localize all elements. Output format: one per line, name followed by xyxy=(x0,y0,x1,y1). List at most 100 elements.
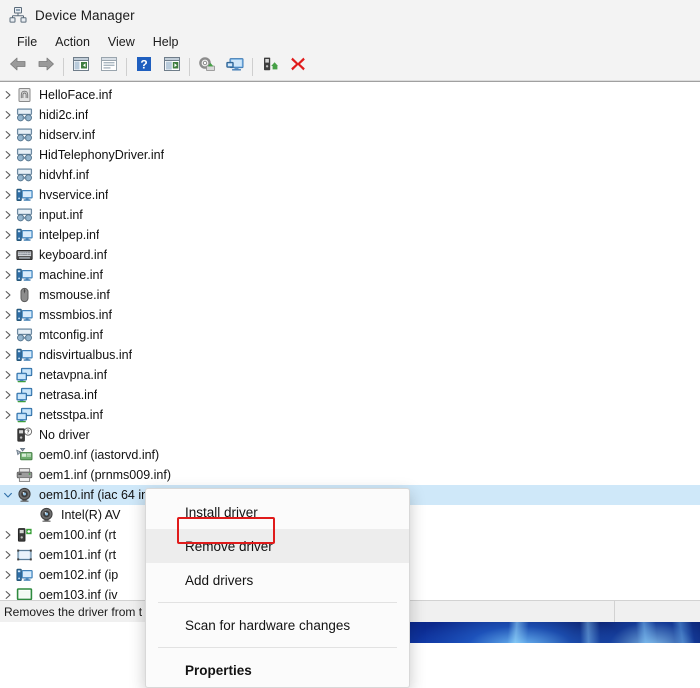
toolbar-action-pane[interactable] xyxy=(158,55,186,79)
tree-row[interactable]: netrasa.inf xyxy=(0,385,700,405)
chevron-right-icon[interactable] xyxy=(0,350,16,360)
chevron-right-icon[interactable] xyxy=(0,550,16,560)
tree-row-label: Intel(R) AV xyxy=(61,508,121,522)
toolbar-console-tree[interactable] xyxy=(67,55,95,79)
tree-row[interactable]: hidserv.inf xyxy=(0,125,700,145)
tree-row[interactable]: keyboard.inf xyxy=(0,245,700,265)
tree-row-label: oem103.inf (iv xyxy=(39,588,118,600)
tree-row[interactable]: HidTelephonyDriver.inf xyxy=(0,145,700,165)
title-bar: Device Manager xyxy=(0,0,700,30)
ctx-add-drivers[interactable]: Add drivers xyxy=(146,563,409,597)
display-adapter-icon xyxy=(16,587,33,600)
toolbar-back[interactable] xyxy=(4,55,32,79)
context-menu[interactable]: Install driverRemove driverAdd drivers Sc… xyxy=(145,488,410,688)
menu-file[interactable]: File xyxy=(8,33,46,51)
chevron-right-icon[interactable] xyxy=(0,270,16,280)
chevron-right-icon[interactable] xyxy=(0,530,16,540)
tree-row[interactable]: hidi2c.inf xyxy=(0,105,700,125)
context-menu-divider xyxy=(158,647,397,648)
network-adapter-icon xyxy=(16,367,33,383)
status-divider xyxy=(614,601,615,622)
properties-icon xyxy=(100,56,118,77)
chevron-right-icon[interactable] xyxy=(0,190,16,200)
tree-row[interactable]: oem1.inf (prnms009.inf) xyxy=(0,465,700,485)
update-driver-icon xyxy=(198,56,216,77)
toolbar-update-driver[interactable] xyxy=(193,55,221,79)
tree-row-label: netrasa.inf xyxy=(39,388,97,402)
menu-action[interactable]: Action xyxy=(46,33,99,51)
toolbar-uninstall-device[interactable] xyxy=(284,55,312,79)
toolbar-scan-hardware[interactable] xyxy=(221,55,249,79)
ctx-install-driver[interactable]: Install driver xyxy=(146,495,409,529)
chevron-right-icon[interactable] xyxy=(0,230,16,240)
system-device-icon xyxy=(16,347,33,363)
chevron-right-icon[interactable] xyxy=(0,130,16,140)
ctx-remove-driver[interactable]: Remove driver xyxy=(146,529,409,563)
toolbar-properties[interactable] xyxy=(95,55,123,79)
chevron-right-icon[interactable] xyxy=(0,210,16,220)
chevron-right-icon[interactable] xyxy=(0,570,16,580)
hid-icon xyxy=(16,127,33,143)
tree-row[interactable]: msmouse.inf xyxy=(0,285,700,305)
tree-row[interactable]: input.inf xyxy=(0,205,700,225)
svg-text:?: ? xyxy=(26,430,29,436)
sensor-icon xyxy=(16,527,33,543)
storage-controller-icon xyxy=(16,447,33,463)
camera-icon xyxy=(38,507,55,523)
ctx-scan-hardware[interactable]: Scan for hardware changes xyxy=(146,608,409,642)
toolbar-forward[interactable] xyxy=(32,55,60,79)
tree-row[interactable]: HelloFace.inf xyxy=(0,85,700,105)
system-device-icon xyxy=(16,187,33,203)
hid-icon xyxy=(16,167,33,183)
chevron-right-icon[interactable] xyxy=(0,110,16,120)
tree-row-label: machine.inf xyxy=(39,268,103,282)
system-device-icon xyxy=(16,307,33,323)
system-device-icon xyxy=(16,267,33,283)
menu-help[interactable]: Help xyxy=(144,33,188,51)
tree-row[interactable]: netsstpa.inf xyxy=(0,405,700,425)
chevron-right-icon[interactable] xyxy=(0,290,16,300)
tree-row-label: ndisvirtualbus.inf xyxy=(39,348,132,362)
chevron-right-icon[interactable] xyxy=(0,390,16,400)
toolbar-separator xyxy=(189,58,190,76)
chevron-right-icon[interactable] xyxy=(0,370,16,380)
chevron-right-icon[interactable] xyxy=(0,590,16,600)
tree-row-label: HelloFace.inf xyxy=(39,88,112,102)
tree-row-label: input.inf xyxy=(39,208,83,222)
tree-row[interactable]: netavpna.inf xyxy=(0,365,700,385)
chevron-right-icon[interactable] xyxy=(0,310,16,320)
system-device-icon xyxy=(16,227,33,243)
chevron-right-icon[interactable] xyxy=(0,90,16,100)
chevron-right-icon[interactable] xyxy=(0,330,16,340)
tree-row[interactable]: oem0.inf (iastorvd.inf) xyxy=(0,445,700,465)
show-hide-action-pane-icon xyxy=(163,56,181,77)
context-menu-divider xyxy=(158,602,397,603)
tree-row[interactable]: ndisvirtualbus.inf xyxy=(0,345,700,365)
menu-bar: File Action View Help xyxy=(0,30,700,53)
chevron-right-icon[interactable] xyxy=(0,250,16,260)
tree-row[interactable]: ?No driver xyxy=(0,425,700,445)
tree-row[interactable]: machine.inf xyxy=(0,265,700,285)
svg-text:?: ? xyxy=(140,57,147,71)
ctx-properties[interactable]: Properties xyxy=(146,653,409,687)
tree-row-label: oem0.inf (iastorvd.inf) xyxy=(39,448,159,462)
tree-row-label: hidvhf.inf xyxy=(39,168,89,182)
tree-row[interactable]: mtconfig.inf xyxy=(0,325,700,345)
toolbar-help[interactable]: ? xyxy=(130,55,158,79)
chevron-down-icon[interactable] xyxy=(0,491,16,499)
toolbar-add-driver[interactable] xyxy=(256,55,284,79)
hid-icon xyxy=(16,147,33,163)
tree-row-label: netavpna.inf xyxy=(39,368,107,382)
tree-row[interactable]: intelpep.inf xyxy=(0,225,700,245)
keyboard-icon xyxy=(16,247,33,263)
tree-row[interactable]: hvservice.inf xyxy=(0,185,700,205)
camera-icon xyxy=(16,487,33,503)
chevron-right-icon[interactable] xyxy=(0,170,16,180)
chevron-right-icon[interactable] xyxy=(0,410,16,420)
menu-view[interactable]: View xyxy=(99,33,144,51)
hid-icon xyxy=(16,107,33,123)
tree-row-label: oem10.inf (iac 64 inf) xyxy=(39,488,156,502)
tree-row[interactable]: mssmbios.inf xyxy=(0,305,700,325)
chevron-right-icon[interactable] xyxy=(0,150,16,160)
tree-row[interactable]: hidvhf.inf xyxy=(0,165,700,185)
